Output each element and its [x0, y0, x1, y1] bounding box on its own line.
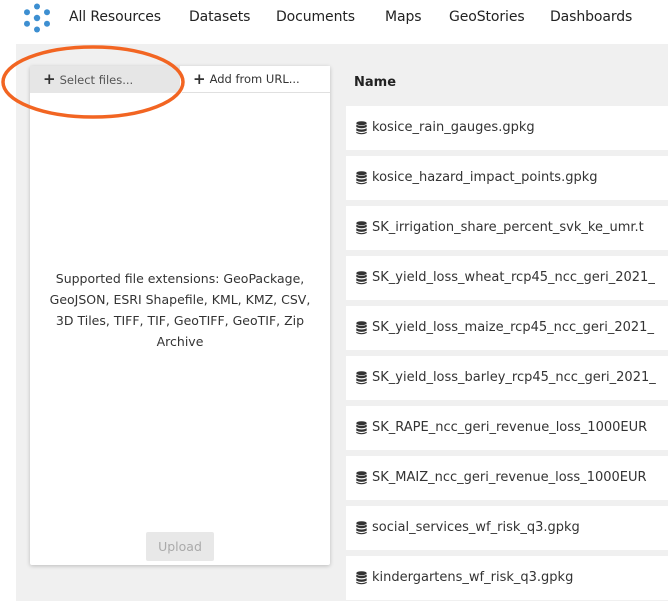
resource-name[interactable]: social_services_wf_risk_q3.gpkg	[372, 520, 580, 535]
add-from-url-label: Add from URL...	[209, 72, 300, 86]
resource-row[interactable]: SK_yield_loss_barley_rcp45_ncc_geri_2021…	[346, 356, 668, 400]
resource-row[interactable]: social_services_wf_risk_q3.gpkg	[346, 506, 668, 550]
database-icon	[356, 421, 367, 435]
plus-icon: +	[43, 70, 56, 88]
resource-row[interactable]: SK_yield_loss_wheat_rcp45_ncc_geri_2021_	[346, 256, 668, 300]
database-icon	[356, 571, 367, 585]
database-icon	[356, 321, 367, 335]
select-files-label: Select files...	[59, 72, 134, 87]
resource-row[interactable]: SK_RAPE_ncc_geri_revenue_loss_1000EUR	[346, 406, 668, 450]
plus-icon: +	[193, 69, 206, 88]
resource-row[interactable]: kosice_hazard_impact_points.gpkg	[346, 156, 668, 200]
nav-documents[interactable]: Documents	[276, 9, 355, 25]
resource-name[interactable]: SK_MAIZ_ncc_geri_revenue_loss_1000EUR	[372, 470, 647, 485]
database-icon	[356, 371, 367, 385]
database-icon	[356, 521, 367, 535]
database-icon	[356, 221, 367, 235]
upload-panel: + Select files... + Add from URL... Supp…	[30, 66, 330, 565]
nav-dashboards[interactable]: Dashboards	[550, 9, 632, 25]
database-icon	[356, 121, 367, 135]
resource-name[interactable]: kosice_rain_gauges.gpkg	[372, 120, 535, 135]
resource-row[interactable]: kindergartens_wf_risk_q3.gpkg	[346, 556, 668, 600]
resource-name[interactable]: kosice_hazard_impact_points.gpkg	[372, 170, 598, 185]
select-files-button[interactable]: + Select files...	[30, 66, 180, 93]
resource-name[interactable]: SK_irrigation_share_percent_svk_ke_umr.t	[372, 220, 644, 235]
resource-name[interactable]: SK_yield_loss_barley_rcp45_ncc_geri_2021…	[372, 370, 656, 385]
nav-all-resources[interactable]: All Resources	[69, 9, 161, 25]
supported-extensions-text: Supported file extensions: GeoPackage, G…	[49, 271, 311, 349]
add-from-url-button[interactable]: + Add from URL...	[182, 66, 330, 93]
nav-datasets[interactable]: Datasets	[189, 9, 250, 25]
resource-row[interactable]: SK_MAIZ_ncc_geri_revenue_loss_1000EUR	[346, 456, 668, 500]
geonode-logo-icon[interactable]	[21, 2, 53, 34]
database-icon	[356, 471, 367, 485]
resource-name[interactable]: SK_yield_loss_wheat_rcp45_ncc_geri_2021_	[372, 270, 655, 285]
resource-row[interactable]: SK_irrigation_share_percent_svk_ke_umr.t	[346, 206, 668, 250]
upload-button[interactable]: Upload	[146, 532, 214, 561]
upload-tabs: + Select files... + Add from URL...	[30, 66, 330, 93]
resource-name[interactable]: SK_yield_loss_maize_rcp45_ncc_geri_2021_	[372, 320, 654, 335]
nav-maps[interactable]: Maps	[385, 9, 422, 25]
resource-name[interactable]: SK_RAPE_ncc_geri_revenue_loss_1000EUR	[372, 420, 647, 435]
database-icon	[356, 171, 367, 185]
nav-geostories[interactable]: GeoStories	[449, 9, 525, 25]
name-column-header[interactable]: Name	[354, 75, 396, 90]
top-navigation: All Resources Datasets Documents Maps Ge…	[0, 0, 668, 36]
resource-row[interactable]: SK_yield_loss_maize_rcp45_ncc_geri_2021_	[346, 306, 668, 350]
database-icon	[356, 271, 367, 285]
resource-name[interactable]: kindergartens_wf_risk_q3.gpkg	[372, 570, 573, 585]
resource-row[interactable]: kosice_rain_gauges.gpkg	[346, 106, 668, 150]
